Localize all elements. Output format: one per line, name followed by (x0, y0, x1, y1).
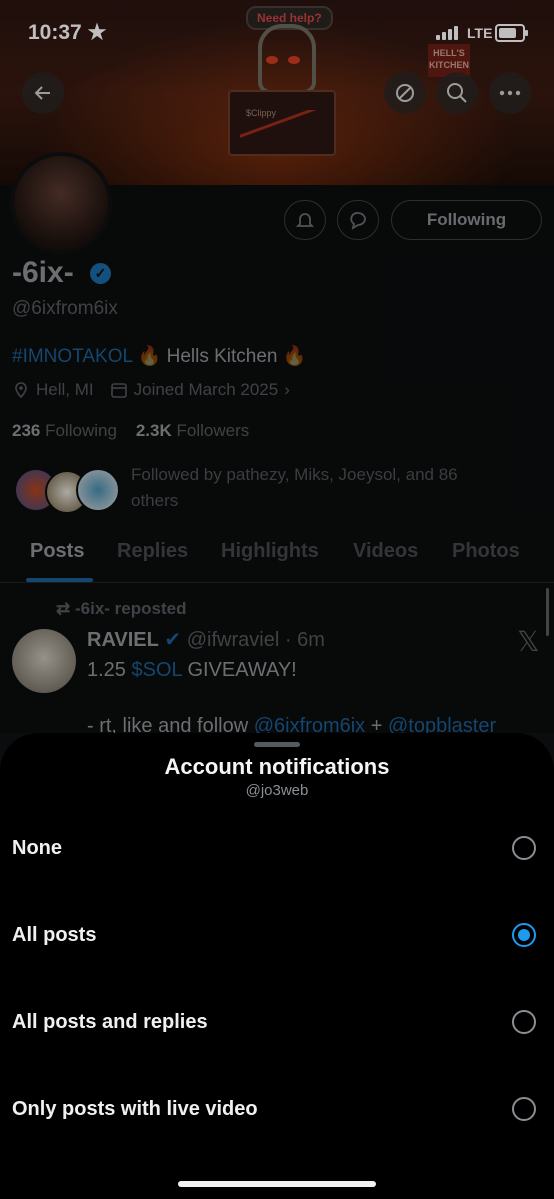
sheet-grabber[interactable] (254, 742, 300, 747)
sheet-title: Account notifications (164, 754, 390, 779)
dim-overlay[interactable] (0, 0, 554, 733)
option-all-posts-and-replies[interactable]: All posts and replies (0, 994, 554, 1054)
radio-all-posts-and-replies[interactable] (512, 1010, 536, 1034)
radio-none[interactable] (512, 836, 536, 860)
option-live-video[interactable]: Only posts with live video (0, 1081, 554, 1141)
home-indicator[interactable] (178, 1181, 376, 1187)
notifications-sheet: Account notifications @jo3web None All p… (0, 733, 554, 1199)
sheet-subtitle: @jo3web (245, 782, 309, 799)
option-none[interactable]: None (0, 820, 554, 880)
option-all-posts[interactable]: All posts (0, 907, 554, 967)
radio-all-posts[interactable] (512, 923, 536, 947)
radio-live-video[interactable] (512, 1097, 536, 1121)
